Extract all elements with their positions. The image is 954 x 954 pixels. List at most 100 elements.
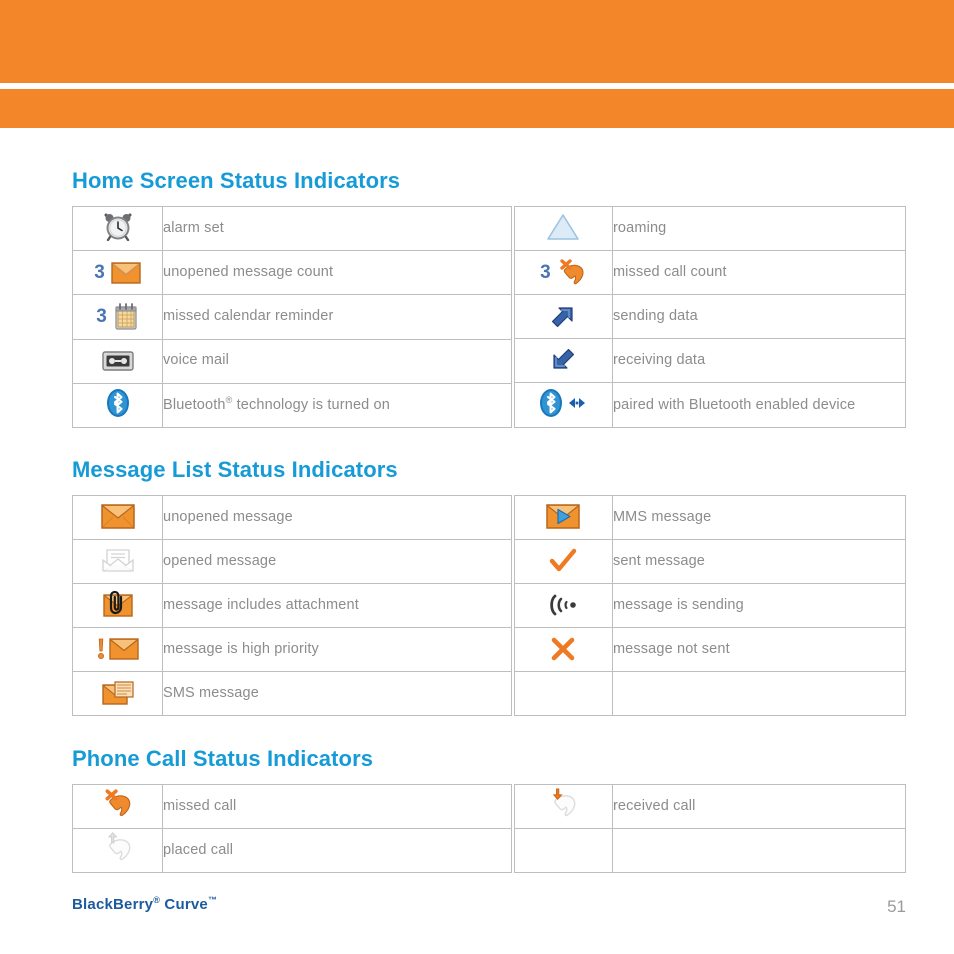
table-row: unopened message [72, 495, 512, 540]
empty-icon-cell [513, 828, 613, 873]
sms-message-icon [101, 677, 134, 709]
row-label: receiving data [611, 338, 907, 383]
table-row: receiving data [513, 338, 907, 383]
table-row: MMS message [513, 495, 907, 540]
exclamation-icon [97, 637, 105, 661]
table-row: received call [513, 784, 907, 829]
missed-call-icon [102, 788, 134, 820]
missed-calendar-reminder-icon-cell: 3 [72, 294, 163, 340]
row-label-tail: technology is turned on [232, 396, 390, 413]
page-content: Home Screen Status Indicators alarm set … [0, 128, 907, 873]
message-sending-icon-cell [513, 583, 613, 628]
arrow-down-left-icon [550, 344, 576, 376]
missed-call-icon [557, 258, 587, 288]
sent-message-icon-cell [513, 539, 613, 584]
table-row: missed call [72, 784, 512, 829]
row-label: SMS message [162, 671, 512, 716]
envelope-open-gray-icon [101, 544, 135, 576]
table-row: message not sent [513, 627, 907, 672]
voice-mail-icon [101, 345, 134, 377]
row-label: sending data [611, 294, 907, 339]
envelope-orange-icon [100, 501, 135, 533]
table-row [513, 828, 907, 873]
table-row: sent message [513, 539, 907, 584]
bluetooth-icon [106, 387, 130, 419]
sending-waves-icon [547, 589, 579, 621]
table-row: paired with Bluetooth enabled device [513, 382, 907, 428]
bluetooth-icon-cell [72, 382, 163, 429]
table-row: SMS message [72, 671, 512, 716]
brand-model: Curve [160, 896, 208, 913]
roaming-triangle-icon-cell [513, 206, 613, 251]
section-home-screen-status-indicators: Home Screen Status Indicators alarm set … [72, 128, 907, 429]
table-row: message is sending [513, 583, 907, 628]
sms-message-icon-cell [72, 671, 163, 716]
trademark-mark: ™ [207, 895, 218, 905]
received-call-icon-cell [513, 784, 613, 829]
high-priority-message-icon-cell [72, 627, 163, 672]
left-right-arrows-icon [567, 396, 587, 410]
table-row: placed call [72, 828, 512, 873]
home-left-table: alarm set 3 unopened message count 3 mis… [72, 205, 512, 429]
receiving-data-icon-cell [513, 338, 613, 383]
page-footer: BlackBerry® Curve™ 51 [0, 896, 954, 936]
table-row: message is high priority [72, 627, 512, 672]
alarm-clock-icon-cell [72, 205, 163, 252]
table-row: Bluetooth® technology is turned on [72, 382, 512, 429]
orange-x-icon [550, 633, 576, 665]
sending-data-icon-cell [513, 294, 613, 339]
row-label: message is high priority [162, 627, 512, 672]
header-decoration [0, 0, 954, 128]
phone-indicator-tables: missed call placed call received call [72, 784, 907, 873]
home-right-table: roaming 3 missed call count sending data… [513, 206, 907, 428]
row-label: message is sending [611, 583, 907, 628]
row-label: alarm set [162, 205, 512, 252]
page-title: Home Screen Status Indicators [72, 168, 401, 193]
message-left-table: unopened message opened message message … [72, 495, 512, 716]
empty-label-cell [611, 671, 907, 716]
envelope-orange-icon [111, 262, 141, 284]
table-row: roaming [513, 206, 907, 251]
bluetooth-paired-icon-cell [513, 382, 613, 428]
count-badge: 3 [540, 262, 551, 283]
row-label: voice mail [162, 338, 512, 384]
message-indicator-tables: unopened message opened message message … [72, 495, 907, 716]
table-row: alarm set [72, 205, 512, 252]
table-row: opened message [72, 539, 512, 584]
message-not-sent-icon-cell [513, 627, 613, 672]
bluetooth-paired-icon [539, 387, 587, 419]
message-right-table: MMS message sent message message is send… [513, 495, 907, 716]
missed-call-icon-cell [72, 784, 163, 829]
mms-message-icon [546, 501, 581, 533]
row-label: message includes attachment [162, 583, 512, 628]
table-row: message includes attachment [72, 583, 512, 628]
count-with-envelope: 3 [94, 257, 141, 289]
placed-call-icon-cell [72, 828, 163, 873]
phone-left-table: missed call placed call [72, 784, 512, 873]
brand-label: BlackBerry® Curve™ [72, 895, 218, 914]
envelope-exclamation-icon [97, 633, 139, 665]
row-label: unopened message count [162, 250, 512, 296]
empty-label-cell [611, 828, 907, 873]
table-row: sending data [513, 294, 907, 339]
voice-mail-icon-cell [72, 338, 163, 384]
envelope-paperclip-icon [102, 588, 134, 620]
row-label-text: Bluetooth [163, 396, 226, 413]
table-row: 3 missed call count [513, 250, 907, 295]
table-row [513, 671, 907, 716]
roaming-triangle-icon [546, 211, 580, 243]
placed-call-icon [102, 832, 134, 864]
unopened-message-icon-cell [72, 495, 163, 540]
table-row: voice mail [72, 338, 512, 384]
page-number: 51 [887, 897, 906, 916]
page-title: Phone Call Status Indicators [72, 746, 374, 771]
received-call-icon [547, 788, 579, 820]
row-label: opened message [162, 539, 512, 584]
row-label: missed call count [611, 250, 907, 295]
row-label: roaming [611, 206, 907, 251]
count-badge: 3 [96, 306, 107, 328]
table-row: 3 missed calendar reminder [72, 294, 512, 340]
envelope-orange-icon [108, 638, 139, 660]
orange-band-top [0, 0, 954, 83]
alarm-clock-icon [103, 211, 133, 243]
